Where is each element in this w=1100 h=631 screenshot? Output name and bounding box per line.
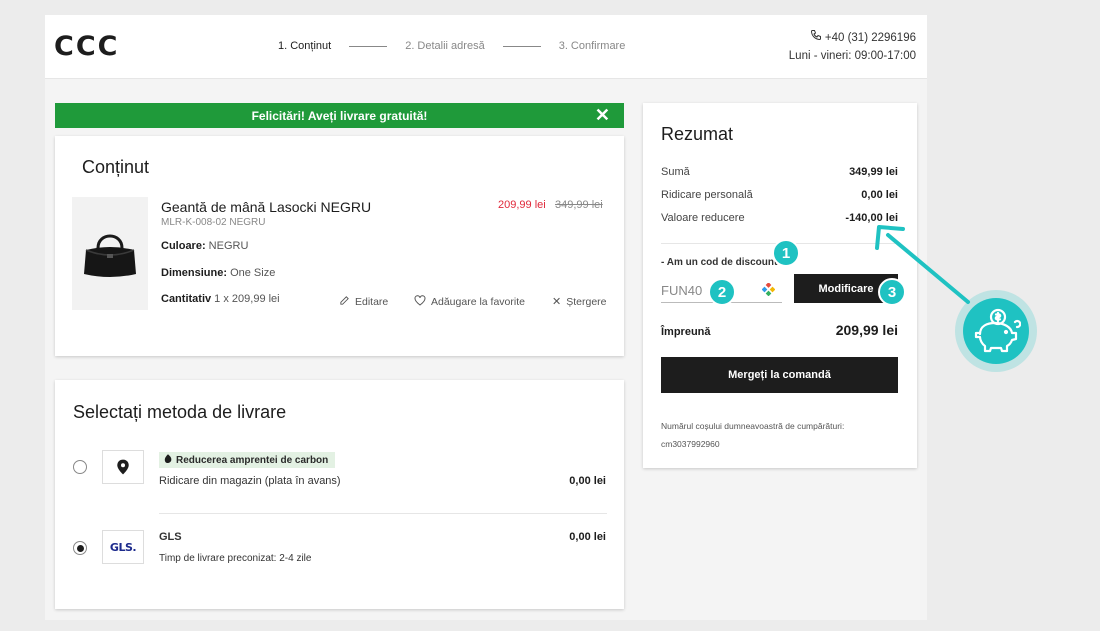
price-current: 209,99 lei xyxy=(498,199,546,211)
discount-code-toggle[interactable]: - Am un cod de discount xyxy=(661,257,777,268)
summary-row-pickup: Ridicare personală 0,00 lei xyxy=(661,189,898,201)
delete-label: Ștergere xyxy=(566,295,607,308)
heart-icon xyxy=(414,295,426,309)
edit-button[interactable]: Editare xyxy=(339,295,388,309)
checkout-button[interactable]: Mergeți la comandă xyxy=(661,357,898,393)
phone[interactable]: +40 (31) 2296196 xyxy=(789,29,916,47)
phone-number: +40 (31) 2296196 xyxy=(824,32,916,44)
piggy-bank-coin-icon xyxy=(955,290,1037,372)
header: CCC 1. Conținut 2. Detalii adresă 3. Con… xyxy=(45,15,927,79)
delete-button[interactable]: ✕ Ștergere xyxy=(552,295,607,309)
free-delivery-banner: Felicitări! Aveți livrare gratuită! ✕ xyxy=(55,103,624,128)
product-size: Dimensiune: One Size xyxy=(161,267,276,279)
delivery-divider xyxy=(159,513,607,514)
total-label: Împreună xyxy=(661,326,711,338)
total-value: 209,99 lei xyxy=(835,322,898,338)
close-icon[interactable]: ✕ xyxy=(595,106,610,124)
delivery-method-card: Selectați metoda de livrare Reducerea am… xyxy=(55,380,624,609)
order-summary-card: Rezumat Sumă 349,99 lei Ridicare persona… xyxy=(643,103,917,468)
contact-info: +40 (31) 2296196 Luni - vineri: 09:00-17… xyxy=(789,29,916,65)
total-row: Împreună 209,99 lei xyxy=(661,322,898,338)
cart-content-card: Conținut Geantă de mână Lasocki NEGRU ML… xyxy=(55,136,624,356)
step-confirmation: 3. Confirmare xyxy=(558,40,626,52)
summary-row-subtotal: Sumă 349,99 lei xyxy=(661,166,898,178)
gls-logo-text: GLS. xyxy=(109,540,137,554)
step-badge-2: 2 xyxy=(708,278,736,306)
favorite-label: Adăugare la favorite xyxy=(431,296,525,308)
price-old: 349,99 lei xyxy=(555,199,603,211)
edit-label: Editare xyxy=(355,296,389,308)
summary-title: Rezumat xyxy=(661,124,734,144)
banner-text: Felicitări! Aveți livrare gratuită! xyxy=(251,108,428,123)
product-sku: MLR-K-008-02 NEGRU xyxy=(161,217,266,228)
subtotal-label: Sumă xyxy=(661,166,690,178)
discount-value: -140,00 lei xyxy=(845,212,898,224)
step-address: 2. Detalii adresă xyxy=(405,40,485,52)
summary-row-discount: Valoare reducere -140,00 lei xyxy=(661,212,898,224)
handbag-icon xyxy=(84,234,136,277)
pickup-label: Ridicare personală xyxy=(661,189,753,201)
product-quantity: Cantitativ 1 x 209,99 lei xyxy=(161,293,280,305)
discount-value-label: Valoare reducere xyxy=(661,212,745,224)
leaf-icon xyxy=(164,453,172,467)
checkout-page: CCC 1. Conținut 2. Detalii adresă 3. Con… xyxy=(45,15,927,620)
step-divider xyxy=(349,45,388,47)
gls-price: 0,00 lei xyxy=(569,531,606,543)
store-pickup-price: 0,00 lei xyxy=(569,475,606,487)
pencil-icon xyxy=(339,295,350,309)
product-color: Culoare: NEGRU xyxy=(161,240,249,252)
gls-estimate: Timp de livrare preconizat: 2-4 zile xyxy=(159,553,312,564)
phone-icon xyxy=(810,29,822,47)
store-pickup-label: Ridicare din magazin (plata în avans) xyxy=(159,475,341,487)
pickup-value: 0,00 lei xyxy=(861,189,898,201)
piggy-bank-badge xyxy=(963,298,1029,364)
product-image[interactable] xyxy=(72,197,148,310)
opening-hours: Luni - vineri: 09:00-17:00 xyxy=(788,50,916,62)
checkout-steps: 1. Conținut 2. Detalii adresă 3. Confirm… xyxy=(278,39,625,53)
gls-logo: GLS. xyxy=(102,530,144,564)
content-title: Conținut xyxy=(82,157,150,177)
product-name[interactable]: Geantă de mână Lasocki NEGRU xyxy=(161,199,371,215)
eco-badge-label: Reducerea amprentei de carbon xyxy=(176,454,329,466)
step-badge-1: 1 xyxy=(772,239,800,267)
subtotal-value: 349,99 lei xyxy=(849,166,898,178)
gls-carrier-name: GLS xyxy=(159,531,182,543)
eco-badge: Reducerea amprentei de carbon xyxy=(159,452,336,468)
cart-number-note: Numărul coșului dumneavoastră de cumpără… xyxy=(661,417,844,453)
cart-id: cm3037992960 xyxy=(661,439,720,449)
radio-store-pickup[interactable] xyxy=(73,460,87,474)
logo[interactable]: CCC xyxy=(54,31,119,62)
add-to-favorites-button[interactable]: Adăugare la favorite xyxy=(414,295,525,309)
radio-gls[interactable] xyxy=(73,541,87,555)
step-content: 1. Conținut xyxy=(278,40,332,52)
step-badge-3: 3 xyxy=(878,278,906,306)
location-pin-icon xyxy=(102,450,144,484)
close-icon: ✕ xyxy=(552,296,562,308)
cart-note-label: Numărul coșului dumneavoastră de cumpără… xyxy=(661,421,845,431)
input-extension-icon xyxy=(761,282,776,297)
step-divider xyxy=(502,45,541,47)
delivery-title: Selectați metoda de livrare xyxy=(73,402,287,422)
